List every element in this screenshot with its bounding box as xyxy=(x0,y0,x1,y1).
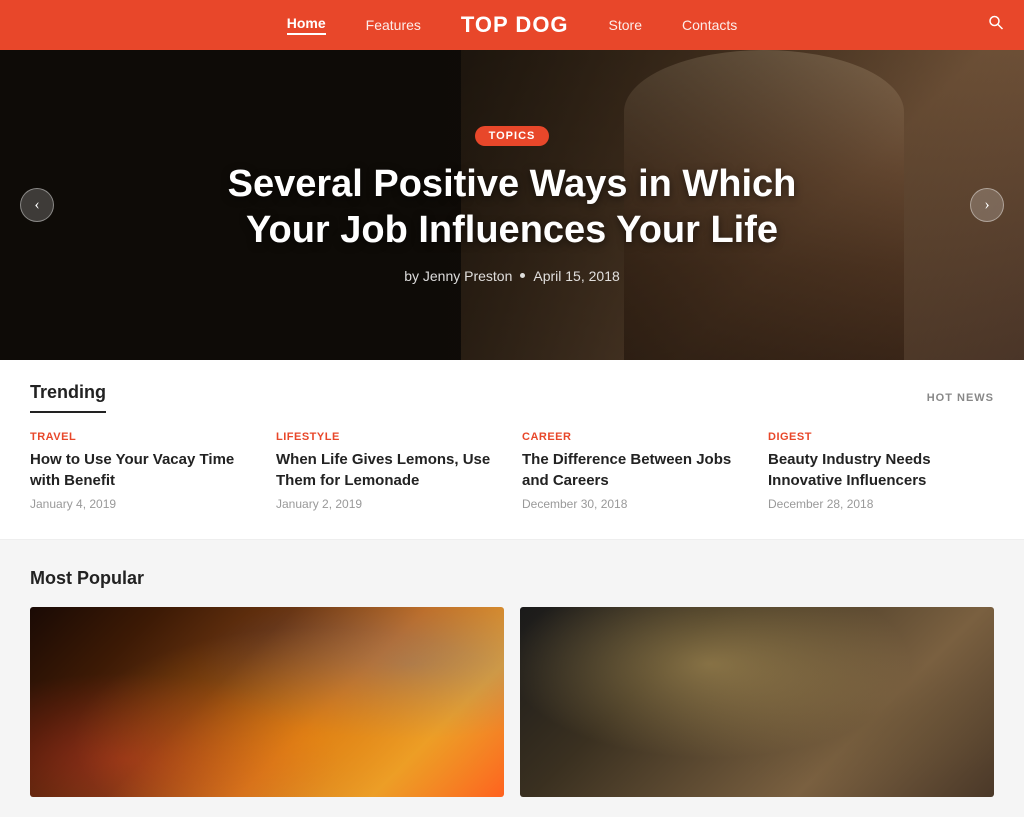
trending-category-0: TRAVEL xyxy=(30,431,256,443)
trending-section: Trending HOT NEWS TRAVEL How to Use Your… xyxy=(0,360,1024,540)
popular-card-office[interactable] xyxy=(520,607,994,797)
trending-date-2: December 30, 2018 xyxy=(522,497,748,511)
most-popular-section: Most Popular xyxy=(0,540,1024,817)
hero-content: TOPICS Several Positive Ways in Which Yo… xyxy=(162,126,862,283)
nav-features[interactable]: Features xyxy=(366,17,421,33)
trending-title-3: Beauty Industry Needs Innovative Influen… xyxy=(768,449,994,491)
most-popular-title: Most Popular xyxy=(30,568,994,589)
trending-title-1: When Life Gives Lemons, Use Them for Lem… xyxy=(276,449,502,491)
hero-meta: by Jenny Preston April 15, 2018 xyxy=(182,268,842,284)
nav-store[interactable]: Store xyxy=(609,17,642,33)
hero-prev-button[interactable]: ‹ xyxy=(20,188,54,222)
trending-card-3[interactable]: DIGEST Beauty Industry Needs Innovative … xyxy=(768,431,994,511)
hero-next-button[interactable]: › xyxy=(970,188,1004,222)
popular-grid xyxy=(30,607,994,797)
hot-news-label: HOT NEWS xyxy=(927,392,994,404)
trending-card-1[interactable]: LIFESTYLE When Life Gives Lemons, Use Th… xyxy=(276,431,502,511)
trending-category-2: CAREER xyxy=(522,431,748,443)
hero-category-badge[interactable]: TOPICS xyxy=(475,126,550,146)
trending-title-0: How to Use Your Vacay Time with Benefit xyxy=(30,449,256,491)
hero-title: Several Positive Ways in Which Your Job … xyxy=(182,162,842,253)
nav-contacts[interactable]: Contacts xyxy=(682,17,737,33)
trending-category-1: LIFESTYLE xyxy=(276,431,502,443)
trending-date-0: January 4, 2019 xyxy=(30,497,256,511)
hero-author: by Jenny Preston xyxy=(404,268,512,284)
trending-category-3: DIGEST xyxy=(768,431,994,443)
trending-title-2: The Difference Between Jobs and Careers xyxy=(522,449,748,491)
trending-grid: TRAVEL How to Use Your Vacay Time with B… xyxy=(30,431,994,511)
popular-card-city[interactable] xyxy=(30,607,504,797)
site-header: Home Features TOP DOG Store Contacts xyxy=(0,0,1024,50)
site-logo: TOP DOG xyxy=(461,12,569,38)
main-nav: Home Features TOP DOG Store Contacts xyxy=(287,12,738,38)
hero-date: April 15, 2018 xyxy=(533,268,619,284)
trending-title: Trending xyxy=(30,382,106,413)
trending-header: Trending HOT NEWS xyxy=(30,382,994,413)
trending-card-2[interactable]: CAREER The Difference Between Jobs and C… xyxy=(522,431,748,511)
nav-home[interactable]: Home xyxy=(287,15,326,35)
trending-card-0[interactable]: TRAVEL How to Use Your Vacay Time with B… xyxy=(30,431,256,511)
search-icon[interactable] xyxy=(988,15,1004,36)
trending-date-3: December 28, 2018 xyxy=(768,497,994,511)
meta-separator xyxy=(520,273,525,278)
hero-section: ‹ TOPICS Several Positive Ways in Which … xyxy=(0,50,1024,360)
trending-date-1: January 2, 2019 xyxy=(276,497,502,511)
